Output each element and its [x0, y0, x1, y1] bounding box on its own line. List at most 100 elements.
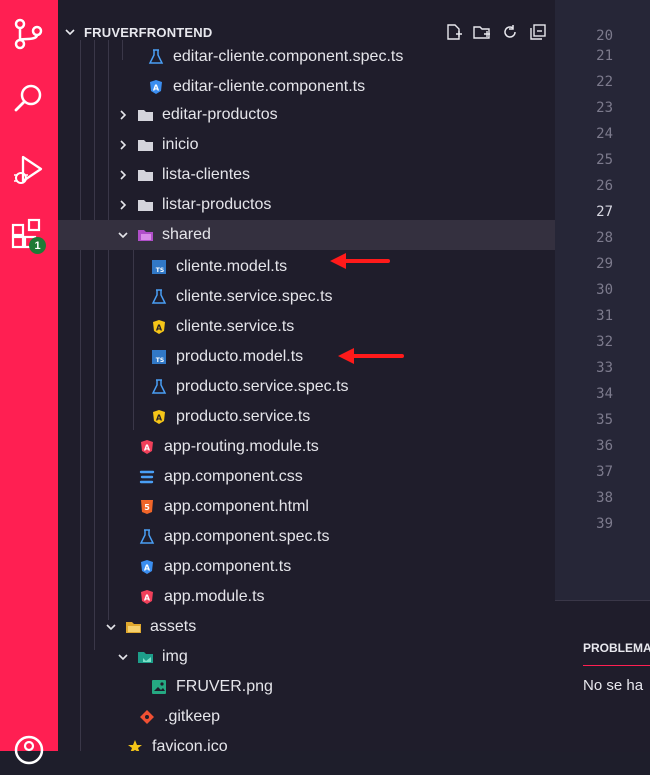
file-label: editar-cliente.component.ts [173, 78, 366, 95]
assets-folder-icon [124, 618, 142, 636]
angular-module-icon: A [138, 588, 156, 606]
svg-text:A: A [144, 594, 151, 603]
chevron-down-icon [116, 650, 130, 664]
line-number: 34 [596, 386, 613, 402]
line-number: 39 [596, 516, 613, 532]
line-number: 22 [596, 74, 613, 90]
list-item[interactable]: 5 app.component.html [58, 492, 555, 522]
list-item[interactable]: TS producto.model.ts [58, 342, 555, 372]
list-item[interactable]: A app.module.ts [58, 582, 555, 612]
list-item[interactable]: producto.service.spec.ts [58, 372, 555, 402]
list-item[interactable]: TS cliente.model.ts [58, 252, 555, 282]
folder-icon [136, 136, 154, 154]
bottom-panel: PROBLEMA No se ha [555, 600, 650, 752]
test-flask-icon [150, 378, 168, 396]
folder-item-assets[interactable]: assets [58, 612, 555, 642]
folder-icon [136, 166, 154, 184]
line-number: 20 [596, 28, 613, 44]
favicon-star-icon [126, 738, 144, 751]
line-number: 23 [596, 100, 613, 116]
chevron-right-icon [116, 198, 130, 212]
tab-active-indicator [583, 665, 650, 666]
svg-text:5: 5 [144, 503, 150, 512]
account-icon[interactable] [9, 730, 49, 770]
svg-text:A: A [156, 414, 163, 423]
folder-icon [136, 106, 154, 124]
angular-component-icon: A [138, 558, 156, 576]
file-label: app.component.css [164, 468, 303, 485]
svg-text:A: A [144, 444, 151, 453]
chevron-right-icon [116, 138, 130, 152]
folder-label: listar-productos [162, 196, 272, 213]
list-item[interactable]: A editar-cliente.component.ts [58, 72, 555, 102]
annotation-arrow-left-icon [330, 253, 390, 269]
svg-text:A: A [156, 324, 163, 333]
search-icon[interactable] [9, 78, 49, 118]
typescript-icon: TS [150, 348, 168, 366]
list-item[interactable]: A producto.service.ts [58, 402, 555, 432]
refresh-icon[interactable] [501, 23, 519, 41]
angular-service-icon: A [150, 318, 168, 336]
test-flask-icon [138, 528, 156, 546]
folder-item-img[interactable]: img [58, 642, 555, 672]
run-debug-icon[interactable] [9, 150, 49, 190]
list-item[interactable]: A cliente.service.ts [58, 312, 555, 342]
file-label: producto.service.spec.ts [176, 378, 349, 395]
collapse-all-icon[interactable] [529, 23, 547, 41]
file-label: cliente.service.spec.ts [176, 288, 333, 305]
tab-problems[interactable]: PROBLEMA [583, 641, 650, 655]
activity-bar: 1 [0, 0, 58, 765]
list-item[interactable]: cliente.service.spec.ts [58, 282, 555, 312]
folder-item[interactable]: inicio [58, 130, 555, 160]
angular-module-icon: A [138, 438, 156, 456]
folder-item[interactable]: lista-clientes [58, 160, 555, 190]
file-label: editar-cliente.component.spec.ts [173, 48, 404, 65]
image-folder-icon [136, 648, 154, 666]
chevron-down-icon [116, 228, 130, 242]
image-file-icon [150, 678, 168, 696]
list-item[interactable]: A app.component.ts [58, 552, 555, 582]
line-number: 36 [596, 438, 613, 454]
line-number: 24 [596, 126, 613, 142]
editor-pane[interactable]: 20 21 22 23 24 25 26 27 28 29 30 31 32 3… [555, 0, 650, 752]
folder-label: editar-productos [162, 106, 278, 123]
list-item[interactable]: FRUVER.png [58, 672, 555, 702]
folder-item[interactable]: editar-productos [58, 100, 555, 130]
list-item[interactable]: A app-routing.module.ts [58, 432, 555, 462]
typescript-icon: TS [150, 258, 168, 276]
list-item[interactable]: favicon.ico [58, 732, 555, 751]
folder-label: shared [162, 226, 211, 243]
new-file-icon[interactable] [445, 23, 463, 41]
git-icon [138, 708, 156, 726]
file-label: cliente.service.ts [176, 318, 295, 335]
line-number: 38 [596, 490, 613, 506]
line-number: 25 [596, 152, 613, 168]
line-number: 21 [596, 48, 613, 64]
line-number: 28 [596, 230, 613, 246]
folder-label: lista-clientes [162, 166, 251, 183]
line-number: 29 [596, 256, 613, 272]
test-flask-icon [147, 48, 165, 66]
line-number: 30 [596, 282, 613, 298]
line-number: 37 [596, 464, 613, 480]
source-control-icon[interactable] [9, 14, 49, 54]
annotation-arrow-left-icon [338, 348, 404, 364]
angular-component-icon: A [147, 78, 165, 96]
folder-item[interactable]: listar-productos [58, 190, 555, 220]
folder-item-shared[interactable]: shared [58, 220, 555, 250]
list-item[interactable]: editar-cliente.component.spec.ts [58, 42, 555, 72]
line-number: 32 [596, 334, 613, 350]
css-icon [138, 468, 156, 486]
svg-text:A: A [144, 564, 151, 573]
folder-label: img [162, 648, 188, 665]
line-number: 35 [596, 412, 613, 428]
file-label: app.component.ts [164, 558, 292, 575]
new-folder-icon[interactable] [473, 23, 491, 41]
list-item[interactable]: app.component.css [58, 462, 555, 492]
chevron-right-icon [116, 168, 130, 182]
current-line-number: 27 [596, 204, 613, 220]
list-item[interactable]: app.component.spec.ts [58, 522, 555, 552]
list-item[interactable]: .gitkeep [58, 702, 555, 732]
svg-text:A: A [153, 84, 160, 93]
chevron-down-icon[interactable] [64, 26, 80, 38]
